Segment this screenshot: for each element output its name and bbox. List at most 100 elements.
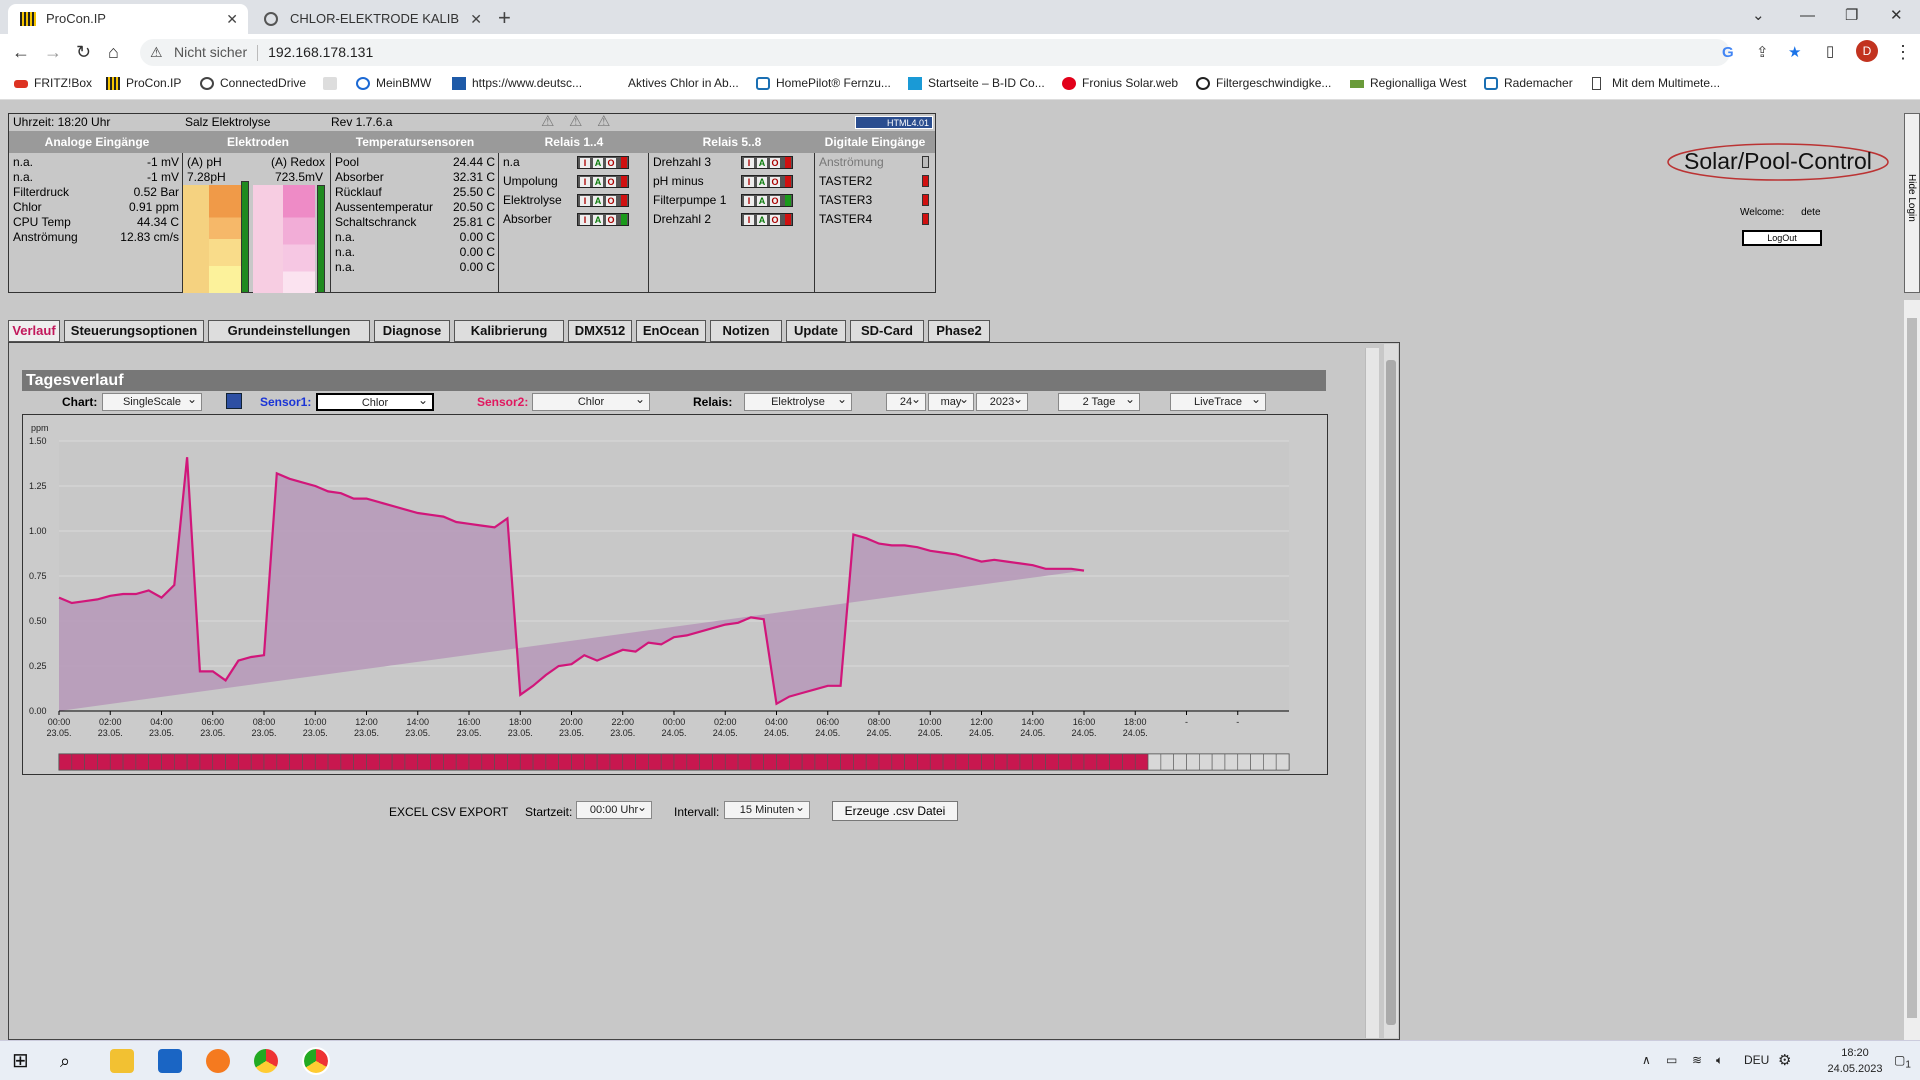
relay-mode-i[interactable]: I [744,177,754,187]
home-icon[interactable]: ⌂ [108,40,119,64]
sidepanel-icon[interactable]: ▯ [1826,40,1834,64]
inner-scrollbar[interactable] [1365,348,1379,1038]
chart-type-select[interactable]: SingleScale [102,391,202,411]
menu-icon[interactable]: ⋮ [1894,40,1912,64]
relay-mode-i[interactable]: I [580,158,590,168]
battery-icon[interactable]: ▭ [1666,1053,1677,1067]
bookmark-procon[interactable]: ProCon.IP [106,76,181,90]
notification-icon[interactable]: ▢1 [1894,1053,1911,1070]
bookmark-deutsc[interactable]: https://www.deutsc... [452,76,582,90]
google-icon[interactable]: G [1722,39,1734,66]
close-window-icon[interactable]: ✕ [1890,2,1903,30]
range-select[interactable]: 2 Tage [1058,391,1140,411]
relay-mode-a[interactable]: A [593,196,603,206]
windows-start-icon[interactable]: ⊞ [12,1049,36,1073]
month-select[interactable]: may [928,391,974,411]
relay-mode-a[interactable]: A [593,177,603,187]
bookmark-homepilot[interactable]: HomePilot® Fernzu... [756,76,891,90]
relay-mode-a[interactable]: A [593,215,603,225]
relais-select[interactable]: Elektrolyse [744,391,852,411]
bookmark-star-icon[interactable]: ★ [1788,39,1801,66]
chrome-icon[interactable] [254,1049,278,1073]
relay-mode-i[interactable]: I [744,215,754,225]
outlook-icon[interactable] [158,1049,182,1073]
hide-login-toggle[interactable]: Hide Login [1904,113,1920,293]
relay-mode-a[interactable]: A [593,158,603,168]
bookmark-bid[interactable]: Startseite – B-ID Co... [908,76,1045,90]
relay-mode-i[interactable]: I [744,196,754,206]
relay-mode-a[interactable]: A [757,196,767,206]
close-tab-icon[interactable]: ✕ [226,4,238,34]
bookmark-regionalliga[interactable]: Regionalliga West [1350,76,1467,90]
bookmark-meinbmw[interactable]: MeinBMW [356,76,431,90]
relay-mode-o[interactable]: O [606,177,616,187]
search-icon[interactable]: ⌕ [60,1049,84,1073]
day-select[interactable]: 24 [886,391,926,411]
relay-mode-i[interactable]: I [580,177,590,187]
settings-icon[interactable]: ⚙ [1778,1051,1791,1069]
relay-mode-i[interactable]: I [580,215,590,225]
browser-tab-procon[interactable]: ProCon.IP ✕ [8,4,248,34]
content-scrollbar[interactable] [1384,344,1398,1038]
year-select[interactable]: 2023 [976,391,1028,411]
relay-switch[interactable]: IAO [741,175,793,188]
share-icon[interactable]: ⇪ [1756,39,1769,66]
tray-chevron-icon[interactable]: ∧ [1642,1053,1651,1067]
relay-mode-o[interactable]: O [606,196,616,206]
relay-mode-o[interactable]: O [770,177,780,187]
chrome-active-icon[interactable] [302,1047,330,1075]
browser-tab-chlor[interactable]: CHLOR-ELEKTRODE KALIBRIEREN ✕ [252,4,492,34]
bookmark-filter[interactable]: Filtergeschwindigke... [1196,76,1331,90]
relay-mode-o[interactable]: O [770,215,780,225]
restore-icon[interactable]: ❐ [1845,2,1858,30]
tab-enocean[interactable]: EnOcean [636,320,706,342]
wifi-icon[interactable]: ≋ [1692,1053,1702,1067]
relay-mode-i[interactable]: I [580,196,590,206]
create-csv-button[interactable]: Erzeuge .csv Datei [832,801,958,821]
profile-avatar[interactable]: D [1856,40,1878,62]
tab-update[interactable]: Update [786,320,846,342]
relay-switch[interactable]: IAO [577,156,629,169]
relay-mode-o[interactable]: O [770,196,780,206]
forward-icon[interactable]: → [44,40,62,64]
relay-switch[interactable]: IAO [741,156,793,169]
relay-mode-o[interactable]: O [606,158,616,168]
relay-switch[interactable]: IAO [577,175,629,188]
tab-search-icon[interactable]: ⌄ [1752,2,1765,30]
language-indicator[interactable]: DEU [1744,1053,1769,1067]
minimize-icon[interactable]: — [1800,2,1815,30]
tab-kalibrierung[interactable]: Kalibrierung [454,320,564,342]
tab-steuerungsoptionen[interactable]: Steuerungsoptionen [64,320,204,342]
relay-mode-o[interactable]: O [770,158,780,168]
relay-switch[interactable]: IAO [741,213,793,226]
bookmark-multimeter[interactable]: Mit dem Multimete... [1592,76,1720,90]
relay-switch[interactable]: IAO [741,194,793,207]
sensor2-select[interactable]: Chlor [532,391,650,411]
relay-mode-a[interactable]: A [757,215,767,225]
bookmark-fritzbox[interactable]: FRITZ!Box [14,76,92,90]
volume-icon[interactable]: 🔈︎ [1716,1053,1723,1068]
tab-grundeinstellungen[interactable]: Grundeinstellungen [208,320,370,342]
tab-notizen[interactable]: Notizen [710,320,782,342]
sensor1-select[interactable]: Chlor [316,392,434,411]
relay-mode-i[interactable]: I [744,158,754,168]
tab-verlauf[interactable]: Verlauf [8,320,60,342]
bookmark-rademacher[interactable]: Rademacher [1484,76,1573,90]
logout-button[interactable]: LogOut [1742,230,1822,246]
clock[interactable]: 18:20 24.05.2023 [1820,1045,1890,1077]
bookmark-chlor[interactable]: Aktives Chlor in Ab... [608,76,739,90]
relay-mode-a[interactable]: A [757,158,767,168]
save-icon[interactable] [226,393,242,409]
firefox-icon[interactable] [206,1049,230,1073]
start-select[interactable]: 00:00 Uhr [576,799,652,819]
tab-diagnose[interactable]: Diagnose [374,320,450,342]
trace-select[interactable]: LiveTrace [1170,391,1266,411]
relay-switch[interactable]: IAO [577,213,629,226]
scrollbar-thumb[interactable] [1386,360,1396,1025]
back-icon[interactable]: ← [12,40,30,64]
scrollbar-thumb[interactable] [1907,318,1917,1018]
relay-mode-o[interactable]: O [606,215,616,225]
tab-dmx512[interactable]: DMX512 [568,320,632,342]
address-bar[interactable]: ⚠ Nicht sicher 192.168.178.131 G ⇪ ★ [140,39,1801,66]
relay-mode-a[interactable]: A [757,177,767,187]
